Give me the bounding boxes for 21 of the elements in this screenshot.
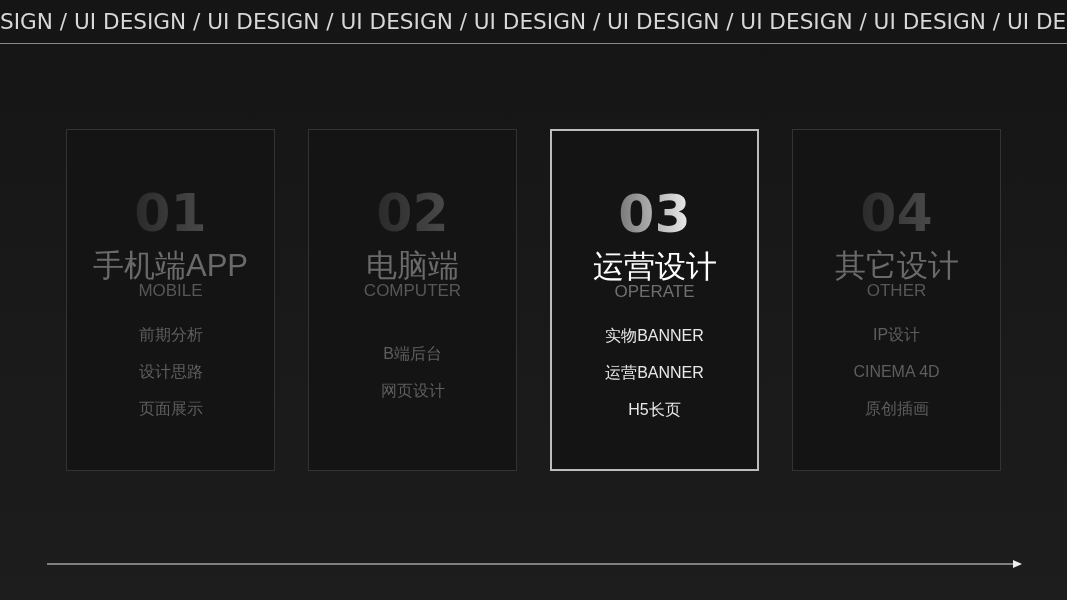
card-title: 其它设计 — [834, 248, 959, 284]
card-item: IP设计 — [872, 325, 921, 345]
card-item: H5长页 — [628, 400, 681, 420]
card-subtitle: MOBILE — [138, 282, 203, 300]
marquee-text: SIGN / UI DESIGN / UI DESIGN / UI DESIGN / UI DESIGN / UI DESIGN / UI DESIGN / UI DESIGN / UI DE — [0, 8, 1067, 36]
card-item: 运营BANNER — [605, 363, 704, 383]
card-item: 原创插画 — [864, 399, 929, 419]
card-item: B端后台 — [383, 343, 442, 364]
card-item: 页面展示 — [138, 399, 203, 419]
card-subtitle: OPERATE — [614, 283, 695, 301]
card-item: 前期分析 — [138, 325, 203, 345]
card-item: 网页设计 — [380, 380, 445, 401]
card-item: 设计思路 — [138, 362, 203, 382]
card-title: 运营设计 — [592, 249, 717, 285]
card-title: 手机端APP — [93, 248, 248, 284]
card-item: 实物BANNER — [605, 326, 704, 346]
card-subtitle: COMPUTER — [363, 282, 462, 300]
card-item: CINEMA 4D — [853, 362, 940, 382]
card-title: 电脑端 — [366, 248, 459, 284]
category-card[interactable]: 03 运营设计 OPERATE 实物BANNER 运营BANNER H5长页 — [550, 129, 759, 471]
card-subtitle: OTHER — [866, 282, 927, 300]
